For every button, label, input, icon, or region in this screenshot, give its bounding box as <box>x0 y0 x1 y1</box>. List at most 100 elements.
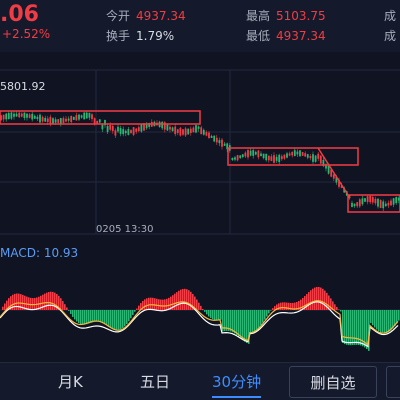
remove-from-watchlist-button[interactable]: 删自选 <box>289 366 377 398</box>
candle-body <box>187 128 190 135</box>
candle-body <box>202 129 205 135</box>
macd-bar <box>190 291 192 310</box>
candle-body <box>57 119 60 123</box>
candle-body <box>249 150 252 156</box>
candle-body <box>283 154 286 159</box>
macd-bar <box>138 305 140 310</box>
macd-bar <box>336 307 338 310</box>
candle-body <box>41 116 44 122</box>
candle-body <box>356 202 359 207</box>
candle-body <box>309 155 312 159</box>
macd-bar <box>90 310 92 323</box>
macd-bar <box>80 310 82 324</box>
candle-body <box>28 114 31 118</box>
candle-body <box>286 153 288 158</box>
candle-body <box>270 156 273 161</box>
macd-bar <box>320 287 322 310</box>
candle-body <box>247 150 249 158</box>
candle-body <box>161 121 164 129</box>
candle-body <box>239 155 242 158</box>
candle-body <box>260 153 262 157</box>
macd-bar <box>354 310 356 345</box>
macd-bar <box>134 310 136 312</box>
candle-body <box>54 119 57 123</box>
candle-body <box>384 203 387 207</box>
candle-body <box>39 114 41 123</box>
macd-bar <box>246 310 248 344</box>
macd-bar <box>382 310 384 334</box>
macd-bar <box>334 304 336 310</box>
candle-body <box>23 112 26 118</box>
candle-body <box>390 200 392 206</box>
macd-bar <box>186 289 188 310</box>
candle-body <box>351 202 353 207</box>
period-bar: 月K 五日 30分钟 删自选 <box>0 362 400 400</box>
macd-bar <box>244 310 246 342</box>
kline-chart[interactable]: 5801.92 0205 13:30 <box>0 52 400 242</box>
candle-body <box>98 119 101 123</box>
candle-body <box>33 115 36 119</box>
candle-body <box>52 118 54 124</box>
macd-bar <box>352 310 354 346</box>
candle-body <box>288 153 291 156</box>
top-price-label: 5801.92 <box>0 80 46 93</box>
macd-bar <box>62 301 64 310</box>
macd-bar <box>200 305 202 310</box>
macd-bar <box>318 286 320 310</box>
macd-bar <box>308 292 310 310</box>
candle-body <box>291 151 294 156</box>
macd-bar <box>188 290 190 310</box>
candle-body <box>213 135 216 142</box>
candle-body <box>46 118 49 123</box>
macd-bar <box>356 310 358 345</box>
tab-monthly-k[interactable]: 月K <box>58 371 83 392</box>
turnover: 换手 1.79% <box>106 27 174 44</box>
candle-body <box>130 130 132 134</box>
macd-bar <box>388 310 390 333</box>
candle-body <box>111 126 114 132</box>
candle-body <box>65 118 67 122</box>
candle-body <box>371 197 374 203</box>
candle-body <box>306 154 309 158</box>
candle-body <box>44 117 47 122</box>
macd-bar <box>114 310 116 330</box>
macd-bar <box>50 291 52 310</box>
candle-body <box>353 203 356 207</box>
macd-bar <box>258 310 260 328</box>
macd-bar <box>306 294 308 310</box>
quote-header: .06 +2.52% 今开 4937.34 换手 1.79% 最高 5103.75 最… <box>0 0 400 52</box>
macd-bar <box>198 302 200 310</box>
macd-bar <box>66 307 68 310</box>
candle-body <box>234 157 236 160</box>
macd-bar <box>374 310 376 328</box>
candle-body <box>200 127 203 135</box>
macd-bar <box>378 310 380 332</box>
macd-bar <box>284 302 286 310</box>
candle-body <box>20 113 23 117</box>
macd-label: MACD: 10.93 <box>0 246 79 260</box>
macd-bar <box>48 291 50 310</box>
macd-bar <box>76 310 78 322</box>
candle-body <box>124 130 127 134</box>
macd-bar <box>238 310 240 337</box>
current-price: .06 <box>0 2 39 27</box>
candle-body <box>192 127 195 133</box>
candle-body <box>208 132 210 139</box>
macd-bar <box>126 310 128 325</box>
macd-bar <box>156 298 158 310</box>
tab-30-minute[interactable]: 30分钟 <box>212 371 262 398</box>
macd-chart[interactable] <box>0 262 400 362</box>
macd-bar <box>264 310 266 320</box>
macd-bar <box>322 288 324 310</box>
macd-bar <box>144 299 146 310</box>
macd-bar <box>146 298 148 310</box>
candle-body <box>369 195 372 203</box>
macd-bar <box>214 310 216 320</box>
tab-five-day[interactable]: 五日 <box>140 371 170 392</box>
active-tab-indicator <box>212 396 262 398</box>
candle-body <box>265 153 268 161</box>
more-button[interactable] <box>386 366 400 398</box>
candle-body <box>132 127 135 135</box>
candle-body <box>223 143 226 146</box>
macd-bar <box>324 290 326 310</box>
